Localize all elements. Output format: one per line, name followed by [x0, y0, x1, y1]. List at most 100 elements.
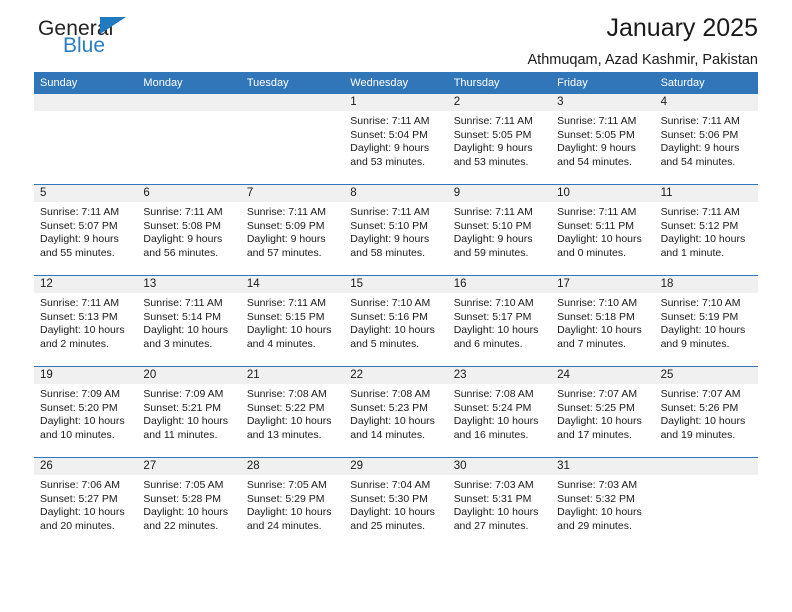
daylight-text-line1: Daylight: 10 hours: [453, 324, 539, 337]
sunrise-text: Sunrise: 7:07 AM: [557, 388, 638, 400]
daylight-text-line1: Daylight: 10 hours: [246, 506, 332, 519]
sunset-text: Sunset: 5:10 PM: [453, 219, 532, 232]
day-number: 13: [137, 276, 241, 293]
calendar-day-cell[interactable]: 6 Sunrise: 7:11 AM Sunset: 5:08 PM Daylight…: [137, 185, 241, 275]
day-number: 7: [240, 185, 345, 202]
day-number: 25: [654, 367, 758, 384]
calendar-day-cell[interactable]: 21 Sunrise: 7:08 AM Sunset: 5:22 PM Dayligh…: [240, 367, 345, 457]
calendar-day-cell[interactable]: 31 Sunrise: 7:03 AM Sunset: 5:32 PM Dayligh…: [551, 458, 655, 548]
calendar-day-cell[interactable]: 1 Sunrise: 7:11 AM Sunset: 5:04 PM Daylight…: [344, 94, 448, 184]
sunrise-text: Sunrise: 7:08 AM: [350, 388, 431, 400]
sunset-text: Sunset: 5:28 PM: [143, 492, 222, 505]
day-number: 17: [551, 276, 655, 293]
calendar-day-cell[interactable]: 4 Sunrise: 7:11 AM Sunset: 5:06 PM Daylight…: [654, 94, 758, 184]
daylight-text-line1: Daylight: 10 hours: [453, 415, 539, 428]
calendar-day-cell[interactable]: 23 Sunrise: 7:08 AM Sunset: 5:24 PM Dayligh…: [447, 367, 552, 457]
sunrise-text: Sunrise: 7:10 AM: [660, 297, 741, 309]
page-title: January 2025: [606, 14, 758, 42]
calendar-day-cell[interactable]: 28 Sunrise: 7:05 AM Sunset: 5:29 PM Dayligh…: [240, 458, 345, 548]
day-sun-info: Sunrise: 7:08 AM Sunset: 5:23 PM Daylight:…: [344, 384, 447, 442]
day-number: 26: [34, 458, 138, 475]
calendar-day-cell[interactable]: 12 Sunrise: 7:11 AM Sunset: 5:13 PM Dayligh…: [34, 276, 138, 366]
day-number: 23: [447, 367, 552, 384]
sunset-text: Sunset: 5:29 PM: [246, 492, 325, 505]
daylight-text-line1: Daylight: 10 hours: [660, 324, 746, 337]
day-number: 8: [344, 185, 448, 202]
sunrise-text: Sunrise: 7:11 AM: [40, 297, 120, 309]
daylight-text-line2: and 10 minutes.: [40, 428, 115, 441]
daylight-text-line1: Daylight: 10 hours: [557, 506, 642, 519]
calendar-week-row: 26 Sunrise: 7:06 AM Sunset: 5:27 PM Dayligh…: [34, 457, 758, 548]
sunrise-text: Sunrise: 7:10 AM: [557, 297, 638, 309]
calendar-day-cell[interactable]: 13 Sunrise: 7:11 AM Sunset: 5:14 PM Dayligh…: [137, 276, 241, 366]
sunset-text: Sunset: 5:19 PM: [660, 310, 739, 323]
sunset-text: Sunset: 5:27 PM: [40, 492, 118, 505]
sunrise-text: Sunrise: 7:09 AM: [40, 388, 120, 400]
sunrise-text: Sunrise: 7:08 AM: [246, 388, 327, 400]
sunrise-text: Sunrise: 7:07 AM: [660, 388, 741, 400]
day-sun-info: Sunrise: 7:09 AM Sunset: 5:20 PM Daylight:…: [34, 384, 137, 442]
calendar-day-cell[interactable]: 22 Sunrise: 7:08 AM Sunset: 5:23 PM Dayligh…: [344, 367, 448, 457]
calendar-cell-empty: [240, 94, 345, 184]
calendar-day-cell[interactable]: 10 Sunrise: 7:11 AM Sunset: 5:11 PM Dayligh…: [551, 185, 655, 275]
calendar-day-cell[interactable]: 25 Sunrise: 7:07 AM Sunset: 5:26 PM Dayligh…: [654, 367, 758, 457]
day-sun-info: Sunrise: 7:07 AM Sunset: 5:26 PM Daylight:…: [655, 384, 758, 442]
calendar-day-cell[interactable]: 11 Sunrise: 7:11 AM Sunset: 5:12 PM Dayligh…: [654, 185, 758, 275]
calendar-day-cell[interactable]: 14 Sunrise: 7:11 AM Sunset: 5:15 PM Dayligh…: [240, 276, 345, 366]
day-sun-info: Sunrise: 7:10 AM Sunset: 5:19 PM Daylight:…: [655, 293, 758, 351]
day-number: 1: [344, 94, 448, 111]
sunset-text: Sunset: 5:18 PM: [557, 310, 635, 323]
calendar-day-cell[interactable]: 29 Sunrise: 7:04 AM Sunset: 5:30 PM Dayligh…: [344, 458, 448, 548]
daylight-text-line2: and 20 minutes.: [40, 519, 115, 532]
weekday-header-row: Sunday Monday Tuesday Wednesday Thursday Frid…: [34, 72, 758, 94]
calendar-day-cell[interactable]: 7 Sunrise: 7:11 AM Sunset: 5:09 PM Daylight…: [240, 185, 345, 275]
calendar-day-cell[interactable]: 5 Sunrise: 7:11 AM Sunset: 5:07 PM Daylight…: [34, 185, 138, 275]
daylight-text-line1: Daylight: 10 hours: [246, 324, 332, 337]
day-sun-info: Sunrise: 7:08 AM Sunset: 5:24 PM Daylight:…: [448, 384, 551, 442]
daylight-text-line2: and 1 minute.: [660, 246, 725, 259]
daylight-text-line2: and 54 minutes.: [660, 155, 736, 168]
sunset-text: Sunset: 5:30 PM: [350, 492, 428, 505]
calendar-day-cell[interactable]: 2 Sunrise: 7:11 AM Sunset: 5:05 PM Daylight…: [447, 94, 552, 184]
day-sun-info: Sunrise: 7:11 AM Sunset: 5:10 PM Daylight:…: [344, 202, 447, 260]
calendar-day-cell[interactable]: 24 Sunrise: 7:07 AM Sunset: 5:25 PM Dayligh…: [551, 367, 655, 457]
calendar-day-cell[interactable]: 26 Sunrise: 7:06 AM Sunset: 5:27 PM Dayligh…: [34, 458, 138, 548]
calendar-day-cell[interactable]: 17 Sunrise: 7:10 AM Sunset: 5:18 PM Dayligh…: [551, 276, 655, 366]
calendar-page: General Blue January 2025 Athmuqam, Azad…: [0, 0, 792, 612]
daylight-text-line2: and 19 minutes.: [660, 428, 736, 441]
calendar-day-cell[interactable]: 3 Sunrise: 7:11 AM Sunset: 5:05 PM Daylight…: [551, 94, 655, 184]
calendar-day-cell[interactable]: 20 Sunrise: 7:09 AM Sunset: 5:21 PM Dayligh…: [137, 367, 241, 457]
sunset-text: Sunset: 5:11 PM: [557, 219, 634, 232]
calendar-day-cell[interactable]: 16 Sunrise: 7:10 AM Sunset: 5:17 PM Dayligh…: [447, 276, 552, 366]
calendar-day-cell[interactable]: 18 Sunrise: 7:10 AM Sunset: 5:19 PM Dayligh…: [654, 276, 758, 366]
day-sun-info: Sunrise: 7:10 AM Sunset: 5:16 PM Daylight:…: [344, 293, 447, 351]
day-sun-info: Sunrise: 7:11 AM Sunset: 5:08 PM Daylight:…: [137, 202, 240, 260]
daylight-text-line2: and 53 minutes.: [350, 155, 425, 168]
daylight-text-line1: Daylight: 9 hours: [453, 233, 533, 246]
daylight-text-line2: and 9 minutes.: [660, 337, 730, 350]
sunset-text: Sunset: 5:23 PM: [350, 401, 428, 414]
day-number: [240, 94, 345, 111]
calendar-day-cell[interactable]: 15 Sunrise: 7:10 AM Sunset: 5:16 PM Dayligh…: [344, 276, 448, 366]
calendar-day-cell[interactable]: 27 Sunrise: 7:05 AM Sunset: 5:28 PM Dayligh…: [137, 458, 241, 548]
sunset-text: Sunset: 5:16 PM: [350, 310, 428, 323]
sunset-text: Sunset: 5:12 PM: [660, 219, 739, 232]
sunrise-text: Sunrise: 7:11 AM: [350, 115, 430, 127]
daylight-text-line2: and 17 minutes.: [557, 428, 632, 441]
daylight-text-line2: and 27 minutes.: [453, 519, 529, 532]
sunrise-text: Sunrise: 7:09 AM: [143, 388, 224, 400]
daylight-text-line1: Daylight: 10 hours: [660, 415, 746, 428]
sunrise-text: Sunrise: 7:03 AM: [557, 479, 638, 491]
day-number: 2: [447, 94, 552, 111]
day-sun-info: Sunrise: 7:11 AM Sunset: 5:05 PM Daylight:…: [448, 111, 551, 169]
daylight-text-line2: and 13 minutes.: [246, 428, 322, 441]
calendar-day-cell[interactable]: 30 Sunrise: 7:03 AM Sunset: 5:31 PM Dayligh…: [447, 458, 552, 548]
day-sun-info: Sunrise: 7:03 AM Sunset: 5:31 PM Daylight:…: [448, 475, 551, 533]
calendar-day-cell[interactable]: 9 Sunrise: 7:11 AM Sunset: 5:10 PM Daylight…: [447, 185, 552, 275]
calendar-weeks: 1 Sunrise: 7:11 AM Sunset: 5:04 PM Daylight…: [34, 94, 758, 548]
sunset-text: Sunset: 5:32 PM: [557, 492, 635, 505]
calendar-day-cell[interactable]: 8 Sunrise: 7:11 AM Sunset: 5:10 PM Daylight…: [344, 185, 448, 275]
calendar-week-row: 1 Sunrise: 7:11 AM Sunset: 5:04 PM Daylight…: [34, 94, 758, 184]
calendar-day-cell[interactable]: 19 Sunrise: 7:09 AM Sunset: 5:20 PM Dayligh…: [34, 367, 138, 457]
day-sun-info: Sunrise: 7:03 AM Sunset: 5:32 PM Daylight:…: [551, 475, 654, 533]
